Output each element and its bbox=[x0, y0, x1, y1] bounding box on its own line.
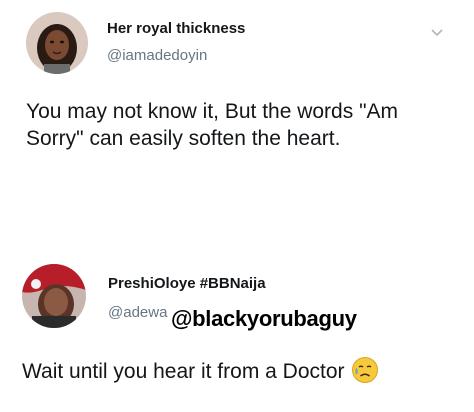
tweet-card: Her royal thickness @iamadedoyin You may… bbox=[0, 0, 474, 200]
watermark-handle: @blackyorubaguy bbox=[171, 306, 357, 331]
user-handle[interactable]: @adewa bbox=[108, 304, 167, 321]
tweet-text: You may not know it, But the words "Am S… bbox=[26, 100, 399, 150]
display-name[interactable]: PreshiOloye #BBNaija bbox=[108, 275, 266, 292]
chevron-down-icon[interactable] bbox=[430, 28, 444, 38]
tweet-text: Wait until you hear it from a Doctor bbox=[22, 360, 345, 383]
tweet-text-row: Wait until you hear it from a Doctor bbox=[22, 356, 462, 385]
avatar-image bbox=[26, 12, 88, 74]
display-name[interactable]: Her royal thickness bbox=[107, 20, 245, 37]
user-handle[interactable]: @iamadedoyin bbox=[107, 47, 207, 64]
avatar[interactable] bbox=[26, 12, 88, 74]
avatar[interactable] bbox=[22, 264, 86, 328]
reply-tweet-card: PreshiOloye #BBNaija @adewa @blackyoruba… bbox=[0, 246, 474, 412]
sad-sweat-face-emoji bbox=[351, 356, 379, 384]
avatar-image bbox=[22, 264, 86, 328]
user-handle-row: @adewa bbox=[108, 304, 167, 322]
